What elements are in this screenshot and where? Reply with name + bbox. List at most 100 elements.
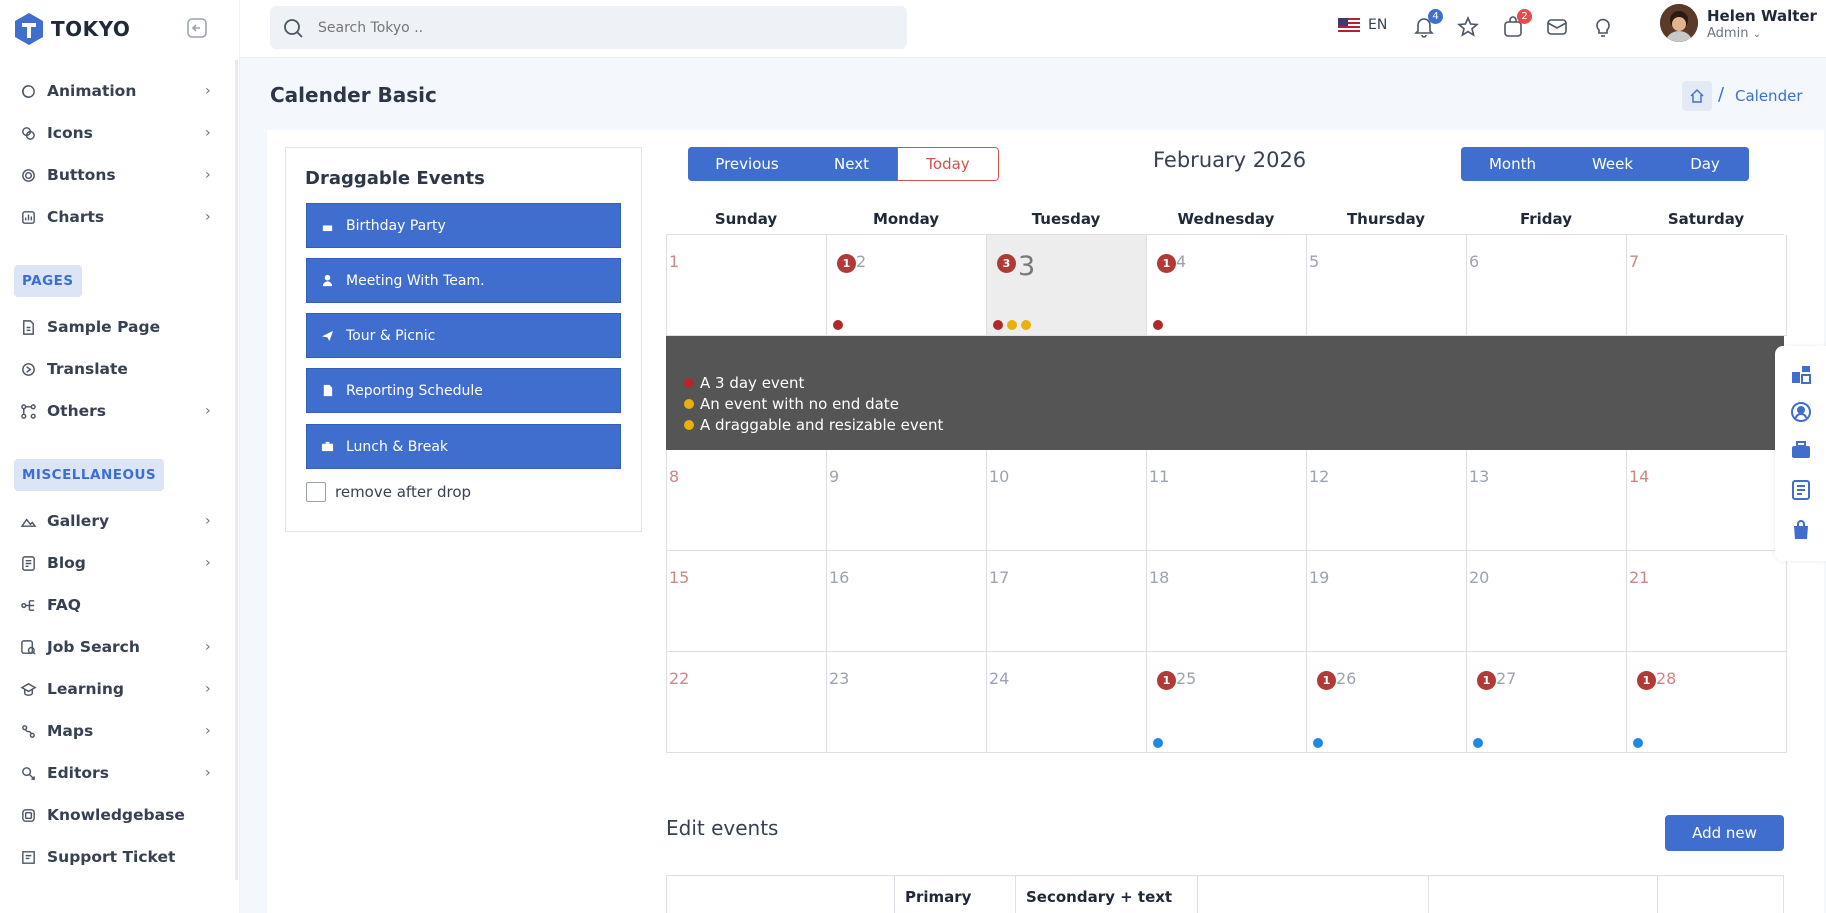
language-selector[interactable]: EN: [1338, 17, 1387, 33]
calendar-day-cell[interactable]: 12: [827, 235, 987, 336]
collapse-sidebar-icon[interactable]: [186, 17, 208, 39]
draggable-event-tour-picnic[interactable]: Tour & Picnic: [306, 313, 621, 358]
sidebar-item-animation[interactable]: Animation ›: [0, 71, 240, 111]
calendar-day-cell[interactable]: 14: [1147, 235, 1307, 336]
draggable-event-meeting-with-team[interactable]: Meeting With Team.: [306, 258, 621, 303]
calendar-day-cell[interactable]: 1: [667, 235, 827, 336]
breadcrumb-current[interactable]: Calender: [1735, 87, 1803, 105]
notifications-button[interactable]: 4: [1412, 9, 1443, 39]
sidebar-item-job-search[interactable]: Job Search ›: [0, 627, 240, 667]
event-count-badge[interactable]: 1: [837, 254, 856, 273]
event-dot[interactable]: [833, 320, 843, 330]
calendar-day-cell[interactable]: 11: [1147, 450, 1307, 551]
calendar-day-cell[interactable]: 17: [987, 551, 1147, 652]
event-dot[interactable]: [1313, 738, 1323, 748]
event-count-badge[interactable]: 1: [1317, 671, 1336, 690]
layout-icon[interactable]: [1789, 362, 1813, 386]
calendar-day-cell[interactable]: 8: [667, 450, 827, 551]
chevron-right-icon: ›: [205, 125, 211, 141]
calendar-day-cell[interactable]: 9: [827, 450, 987, 551]
previous-button[interactable]: Previous: [688, 147, 806, 181]
week-view-button[interactable]: Week: [1564, 147, 1661, 181]
event-dot[interactable]: [1153, 738, 1163, 748]
month-view-button[interactable]: Month: [1461, 147, 1564, 181]
favorites-button[interactable]: [1456, 15, 1480, 39]
calendar-day-cell[interactable]: 21: [1627, 551, 1787, 652]
sidebar-item-buttons[interactable]: Buttons ›: [0, 155, 240, 195]
calendar-day-cell[interactable]: 1 28: [1627, 652, 1787, 753]
sidebar-item-editors[interactable]: Editors ›: [0, 753, 240, 793]
event-color-dot: [684, 378, 694, 388]
draggable-event-birthday-party[interactable]: Birthday Party: [306, 203, 621, 248]
calendar-day-cell[interactable]: 12: [1307, 450, 1467, 551]
event-count-badge[interactable]: 1: [1157, 671, 1176, 690]
day-event-item[interactable]: An event with no end date: [684, 395, 899, 413]
calendar-day-cell[interactable]: 24: [987, 652, 1147, 753]
shopping-bag-icon[interactable]: [1789, 518, 1813, 542]
calendar-day-cell[interactable]: 1 26: [1307, 652, 1467, 753]
calendar-day-cell[interactable]: 20: [1467, 551, 1627, 652]
calendar-day-cell[interactable]: 19: [1307, 551, 1467, 652]
sidebar-item-learning[interactable]: Learning ›: [0, 669, 240, 709]
user-role[interactable]: Admin ⌄: [1707, 26, 1761, 41]
sidebar-item-icons[interactable]: Icons ›: [0, 113, 240, 153]
theme-button[interactable]: [1591, 15, 1615, 39]
calendar-day-cell[interactable]: 22: [667, 652, 827, 753]
day-number: 9: [829, 467, 840, 486]
event-dot[interactable]: [1473, 738, 1483, 748]
messages-button[interactable]: [1545, 15, 1569, 39]
day-event-item[interactable]: A draggable and resizable event: [684, 416, 943, 434]
day-number: 14: [1629, 467, 1650, 486]
day-event-item[interactable]: A 3 day event: [684, 374, 804, 392]
calendar-day-cell[interactable]: 1 25: [1147, 652, 1307, 753]
sidebar-item-faq[interactable]: FAQ: [0, 585, 240, 625]
event-dot[interactable]: [1153, 320, 1163, 330]
add-new-button[interactable]: Add new: [1665, 815, 1784, 851]
calendar-day-cell[interactable]: 16: [827, 551, 987, 652]
checklist-icon[interactable]: [1789, 478, 1813, 502]
event-count-badge[interactable]: 1: [1477, 671, 1496, 690]
sidebar-item-blog[interactable]: Blog ›: [0, 543, 240, 583]
calendar-day-cell[interactable]: 14: [1627, 450, 1787, 551]
calendar-day-cell[interactable]: 13: [1467, 450, 1627, 551]
avatar[interactable]: [1660, 4, 1698, 42]
sidebar-item-translate[interactable]: Translate: [0, 349, 240, 389]
draggable-event-reporting-schedule[interactable]: Reporting Schedule: [306, 368, 621, 413]
calendar-day-cell[interactable]: 33: [987, 235, 1147, 336]
calendar-day-cell[interactable]: 1 27: [1467, 652, 1627, 753]
remove-after-drop-checkbox[interactable]: [306, 482, 326, 502]
event-dot[interactable]: [1021, 320, 1031, 330]
sidebar-item-sample-page[interactable]: Sample Page: [0, 307, 240, 347]
event-dot[interactable]: [1633, 738, 1643, 748]
today-button[interactable]: Today: [897, 147, 999, 181]
sidebar-item-knowledgebase[interactable]: Knowledgebase: [0, 795, 240, 835]
briefcase-stack-icon[interactable]: [1789, 438, 1813, 462]
next-button[interactable]: Next: [806, 147, 897, 181]
event-count-badge[interactable]: 3: [997, 254, 1016, 273]
calendar-day-cell[interactable]: 7: [1627, 235, 1787, 336]
calendar-day-cell[interactable]: 5: [1307, 235, 1467, 336]
calendar-day-cell[interactable]: 6: [1467, 235, 1627, 336]
user-sync-icon[interactable]: [1789, 400, 1813, 424]
calendar-day-cell[interactable]: 15: [667, 551, 827, 652]
draggable-event-lunch-break[interactable]: Lunch & Break: [306, 424, 621, 469]
calendar-day-cell[interactable]: 10: [987, 450, 1147, 551]
event-count-badge[interactable]: 1: [1637, 671, 1656, 690]
event-count-badge[interactable]: 1: [1157, 254, 1176, 273]
sidebar-item-charts[interactable]: Charts ›: [0, 197, 240, 237]
calendar-day-cell[interactable]: 18: [1147, 551, 1307, 652]
cart-button[interactable]: 2: [1501, 9, 1532, 39]
breadcrumb-home[interactable]: [1682, 81, 1712, 111]
user-name[interactable]: Helen Walter: [1707, 7, 1817, 25]
search-input[interactable]: [318, 19, 878, 36]
calendar-day-cell[interactable]: 23: [827, 652, 987, 753]
sidebar-item-support-ticket[interactable]: Support Ticket: [0, 837, 240, 877]
day-view-button[interactable]: Day: [1661, 147, 1749, 181]
event-dot[interactable]: [993, 320, 1003, 330]
chevron-down-icon: ⌄: [1752, 29, 1761, 40]
event-dot[interactable]: [1007, 320, 1017, 330]
sidebar-item-maps[interactable]: Maps ›: [0, 711, 240, 751]
search-box[interactable]: [270, 6, 907, 49]
sidebar-item-gallery[interactable]: Gallery ›: [0, 501, 240, 541]
sidebar-item-others[interactable]: Others ›: [0, 391, 240, 431]
